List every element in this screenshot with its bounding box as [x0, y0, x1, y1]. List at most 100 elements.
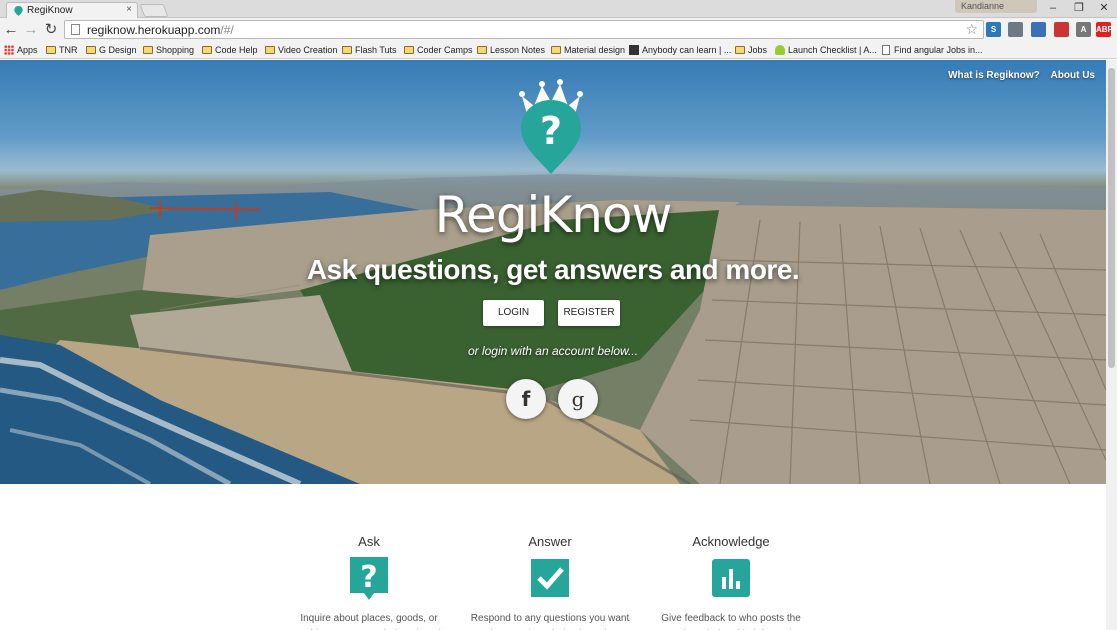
nav-about-us[interactable]: About Us — [1051, 70, 1095, 81]
folder-icon — [202, 46, 212, 54]
bookmark-label: Video Creation — [278, 45, 338, 55]
bar-chart-icon — [712, 559, 750, 597]
extension-icon[interactable]: A — [1076, 22, 1091, 37]
svg-text:?: ? — [360, 560, 377, 595]
extension-icon[interactable] — [1054, 22, 1069, 37]
login-button[interactable]: LOGIN — [483, 300, 544, 326]
tab-title: RegiKnow — [27, 5, 73, 16]
feature-text: Give feedback to who posts the most know… — [659, 613, 802, 630]
tab-regiknow[interactable]: RegiKnow × — [6, 2, 138, 18]
question-bubble-icon: ? — [350, 557, 388, 600]
forward-button[interactable]: → — [21, 20, 41, 40]
url-host: regiknow.herokuapp.com — [87, 23, 221, 37]
folder-icon — [477, 46, 487, 54]
bookmark-label: Shopping — [156, 45, 195, 55]
bookmark-apps[interactable]: Apps — [4, 43, 38, 57]
feature-text: Inquire about places, goods, or anything… — [292, 613, 447, 630]
checkmark-icon — [531, 559, 569, 597]
page-viewport: What is Regiknow? About Us ? RegiKnow As… — [0, 60, 1106, 630]
bookmark-jobs[interactable]: Jobs — [735, 43, 767, 57]
nav-what-is-regiknow[interactable]: What is Regiknow? — [948, 70, 1040, 81]
back-button[interactable]: ← — [1, 20, 21, 40]
extension-icon[interactable] — [1008, 22, 1023, 37]
page-icon — [71, 24, 80, 35]
feature-acknowledge: Acknowledge Give feedback to who posts t… — [651, 534, 811, 630]
features-section: Ask ? Inquire about places, goods, or an… — [0, 484, 1106, 630]
minimize-button[interactable]: – — [1040, 0, 1066, 16]
bookmark-shopping[interactable]: Shopping — [143, 43, 194, 57]
google-login-button[interactable]: g — [558, 379, 598, 419]
browser-toolbar: ← → ↻ regiknow.herokuapp.com/#/ ☆ S A ABP — [0, 18, 1117, 41]
crown-marker-logo-icon: ? — [519, 79, 583, 174]
folder-icon — [143, 46, 153, 54]
grid-icon — [629, 45, 639, 55]
feature-title: Ask — [358, 534, 380, 549]
folder-icon — [265, 46, 275, 54]
url-path: /#/ — [220, 23, 234, 37]
tab-close-icon[interactable]: × — [126, 4, 132, 15]
profile-name: Kandianne — [961, 1, 1005, 11]
extension-icon[interactable]: ABP — [1096, 22, 1113, 37]
close-window-button[interactable]: ✕ — [1091, 0, 1117, 16]
brand-title: RegiKnow — [434, 186, 673, 244]
bookmark-label: Material design — [564, 45, 626, 55]
facebook-icon: f — [521, 387, 531, 411]
regiknow-favicon — [14, 6, 23, 16]
page-scrollbar[interactable] — [1106, 60, 1117, 630]
extension-icon[interactable] — [1031, 22, 1046, 37]
feature-title: Acknowledge — [692, 534, 770, 549]
bookmark-label: Coder Camps — [417, 45, 473, 55]
feature-title: Answer — [528, 534, 572, 549]
tagline: Ask questions, get answers and more. — [306, 254, 800, 285]
apps-icon — [4, 45, 14, 55]
bookmark-launch-checklist-a[interactable]: Launch Checklist | A... — [775, 43, 877, 57]
bookmark-label: Anybody can learn | ... — [642, 45, 732, 55]
bookmark-material-design[interactable]: Material design — [551, 43, 625, 57]
folder-icon — [46, 46, 56, 54]
new-tab-button[interactable] — [139, 4, 169, 17]
bookmark-label: Flash Tuts — [355, 45, 397, 55]
bookmark-label: Apps — [17, 45, 38, 55]
extension-icon[interactable]: S — [986, 22, 1001, 37]
profile-chip[interactable]: Kandianne — [955, 0, 1037, 13]
address-bar[interactable]: regiknow.herokuapp.com/#/ ☆ — [64, 20, 984, 39]
google-icon: g — [571, 387, 585, 411]
bookmark-label: Launch Checklist | A... — [788, 45, 877, 55]
bookmark-label: Jobs — [748, 45, 768, 55]
feature-ask: Ask ? Inquire about places, goods, or an… — [289, 534, 449, 630]
bookmark-label: TNR — [59, 45, 78, 55]
feature-answer: Answer Respond to any questions you want… — [470, 534, 630, 630]
bookmark-label: Find angular Jobs in... — [894, 45, 983, 55]
bookmark-star-icon[interactable]: ☆ — [965, 21, 978, 38]
bookmark-tnr[interactable]: TNR — [46, 43, 78, 57]
bookmark-g-design[interactable]: G Design — [86, 43, 137, 57]
tab-strip: RegiKnow × Kandianne – ❐ ✕ — [0, 0, 1117, 18]
folder-icon — [735, 46, 745, 54]
bookmark-coder-camps[interactable]: Coder Camps — [404, 43, 473, 57]
folder-icon — [342, 46, 352, 54]
bookmark-label: Code Help — [215, 45, 258, 55]
hero-section: What is Regiknow? About Us ? RegiKnow As… — [0, 60, 1106, 484]
doc-icon — [882, 45, 890, 55]
scrollbar-thumb[interactable] — [1108, 68, 1115, 368]
svg-text:?: ? — [540, 109, 562, 153]
droid-icon — [775, 45, 785, 55]
facebook-login-button[interactable]: f — [506, 379, 546, 419]
folder-icon — [86, 46, 96, 54]
alt-login-text: or login with an account below... — [467, 344, 639, 358]
feature-text: Respond to any questions you want using … — [470, 613, 630, 630]
reload-button[interactable]: ↻ — [41, 20, 61, 40]
register-button[interactable]: REGISTER — [558, 300, 620, 326]
bookmark-code-help[interactable]: Code Help — [202, 43, 258, 57]
folder-icon — [551, 46, 561, 54]
bookmark-label: Lesson Notes — [490, 45, 546, 55]
bookmark-find-angular-jobs-in[interactable]: Find angular Jobs in... — [881, 43, 983, 57]
bookmark-video-creation[interactable]: Video Creation — [265, 43, 337, 57]
folder-icon — [404, 46, 414, 54]
bookmark-label: G Design — [99, 45, 137, 55]
top-nav: What is Regiknow? About Us — [940, 70, 1095, 81]
bookmark-flash-tuts[interactable]: Flash Tuts — [342, 43, 397, 57]
bookmark-lesson-notes[interactable]: Lesson Notes — [477, 43, 545, 57]
bookmark-anybody-can-learn[interactable]: Anybody can learn | ... — [629, 43, 731, 57]
maximize-button[interactable]: ❐ — [1066, 0, 1092, 16]
